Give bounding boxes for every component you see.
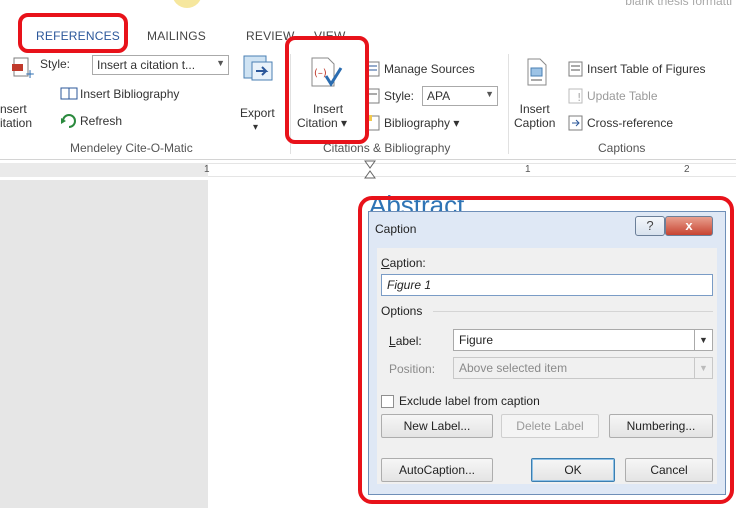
- bibliography-icon: [60, 87, 78, 100]
- insert-citation-highlight: [285, 36, 369, 144]
- ruler-mark: 1: [204, 164, 210, 175]
- refresh-button[interactable]: Refresh: [80, 114, 122, 128]
- mendeley-style-value: Insert a citation t...: [97, 58, 196, 72]
- mendeley-group-label: Mendeley Cite-O-Matic: [70, 141, 193, 155]
- indent-marker-icon[interactable]: [364, 160, 376, 180]
- insert-caption-icon: [527, 58, 547, 86]
- tab-mailings[interactable]: MAILINGS: [147, 29, 206, 43]
- export-dropdown-arrow: ▾: [253, 122, 259, 133]
- insert-caption-label-2: Caption: [514, 116, 556, 130]
- citation-style-label: Style:: [384, 89, 415, 103]
- insert-caption-button[interactable]: Insert Caption: [514, 102, 555, 130]
- export-button[interactable]: Export: [240, 106, 275, 120]
- insert-citation-icon: +: [12, 57, 34, 80]
- mendeley-insert-citation-label-2: itation: [0, 116, 33, 130]
- document-title: blank thesis formatti: [625, 0, 732, 8]
- chevron-down-icon: ▼: [485, 89, 494, 99]
- ruler-strip: [208, 163, 736, 177]
- update-table-icon: !: [568, 88, 583, 104]
- cross-reference-icon: [568, 115, 583, 131]
- update-table-button[interactable]: Update Table: [587, 89, 658, 103]
- bibliography-button[interactable]: Bibliography ▾: [384, 116, 459, 130]
- mendeley-style-label: Style:: [40, 57, 71, 71]
- horizontal-ruler: 1 1 2: [0, 160, 736, 180]
- mendeley-insert-citation-label-1: nsert: [0, 102, 27, 116]
- insert-caption-label-1: Insert: [519, 102, 550, 116]
- citation-style-value: APA: [427, 89, 451, 103]
- citation-style-dropdown[interactable]: APA ▼: [422, 86, 498, 106]
- cross-reference-button[interactable]: Cross-reference: [587, 116, 673, 130]
- references-tab-highlight: [18, 13, 128, 53]
- group-separator: [508, 54, 509, 154]
- title-bar-decoration: [172, 0, 202, 8]
- svg-text:!: !: [577, 91, 581, 104]
- insert-bibliography-button[interactable]: Insert Bibliography: [80, 87, 179, 101]
- chevron-down-icon: ▼: [216, 58, 225, 68]
- manage-sources-button[interactable]: Manage Sources: [384, 62, 475, 76]
- caption-dialog-highlight: [358, 196, 734, 504]
- svg-text:+: +: [25, 67, 34, 80]
- mendeley-style-dropdown[interactable]: Insert a citation t... ▼: [92, 55, 229, 75]
- captions-group-label: Captions: [598, 141, 646, 155]
- export-icon: [243, 55, 273, 81]
- mendeley-insert-citation-button[interactable]: nsert itation: [0, 102, 32, 130]
- insert-table-of-figures-button[interactable]: Insert Table of Figures: [587, 62, 706, 76]
- refresh-icon: [61, 114, 76, 128]
- table-of-figures-icon: [568, 61, 583, 77]
- ruler-margin: [0, 163, 208, 177]
- ruler-mark: 1: [525, 164, 531, 175]
- ruler-mark: 2: [684, 164, 690, 175]
